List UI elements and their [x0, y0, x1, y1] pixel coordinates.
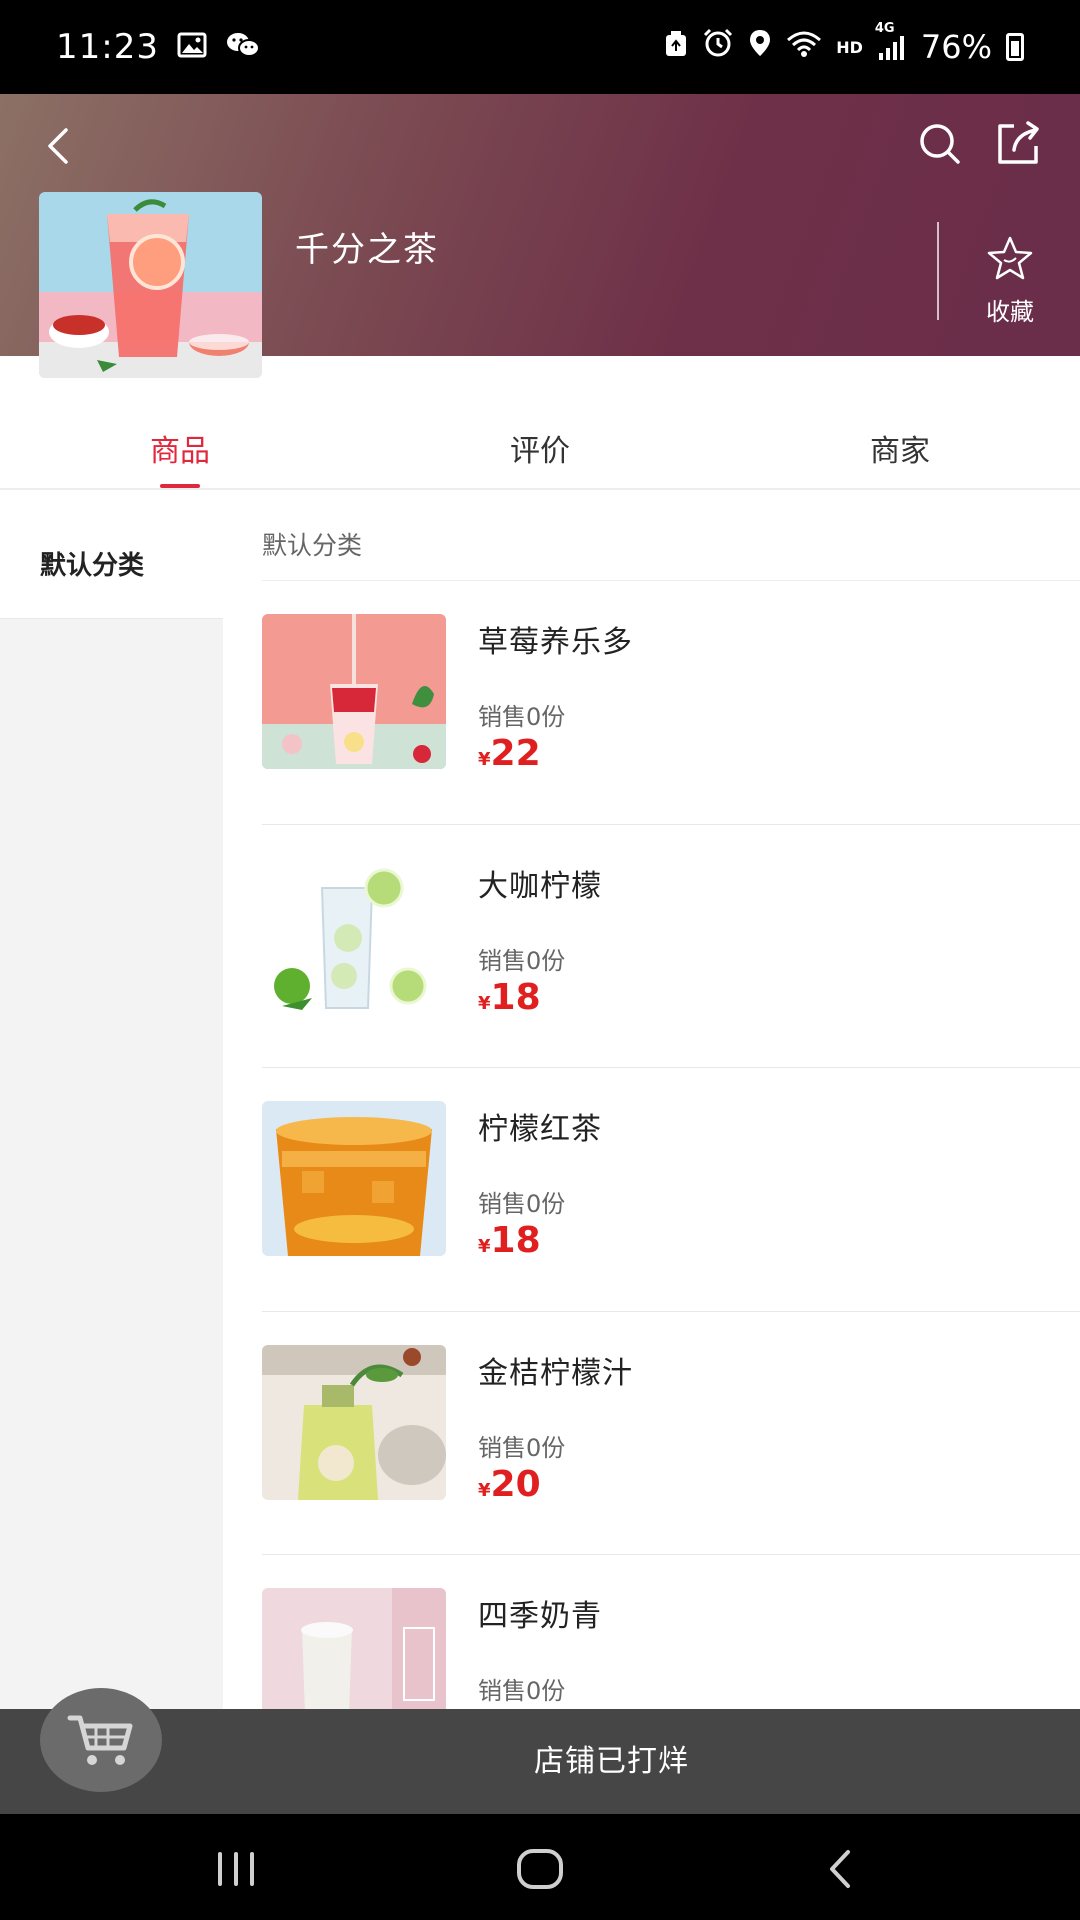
- product-name: 四季奶青: [478, 1599, 602, 1634]
- recents-icon: [218, 1852, 254, 1886]
- product-image: [262, 1344, 446, 1500]
- store-name: 千分之茶: [295, 230, 439, 270]
- section-title: 默认分类: [262, 491, 1080, 581]
- back-button[interactable]: [30, 116, 90, 176]
- search-icon: [920, 124, 960, 164]
- product-item[interactable]: 草莓养乐多 销售0份 ¥22: [262, 581, 1080, 825]
- product-item[interactable]: 大咖柠檬 销售0份 ¥18: [262, 825, 1080, 1068]
- search-button[interactable]: [912, 116, 968, 172]
- product-sales: 销售0份: [478, 1677, 566, 1705]
- store-logo: [39, 192, 262, 378]
- product-item[interactable]: 四季奶青 销售0份 ¥15: [262, 1555, 1080, 1709]
- product-image: [262, 857, 446, 1013]
- image-icon: [177, 32, 207, 62]
- system-nav-bar: [0, 1814, 1080, 1920]
- product-name: 草莓养乐多: [478, 625, 633, 660]
- product-price: ¥18: [478, 1220, 541, 1261]
- tab-reviews[interactable]: 评价: [360, 400, 720, 488]
- signal-icon: 4G: [875, 21, 907, 61]
- store-header: 千分之茶 收藏: [0, 94, 1080, 378]
- product-item[interactable]: 柠檬红茶 销售0份 ¥18: [262, 1068, 1080, 1312]
- recents-button[interactable]: [206, 1844, 266, 1894]
- product-sales: 销售0份: [478, 1433, 566, 1462]
- status-time: 11:23: [56, 27, 159, 67]
- battery-percent: 76%: [920, 28, 992, 66]
- tab-products[interactable]: 商品: [0, 400, 360, 488]
- product-price: ¥22: [478, 733, 541, 774]
- product-name: 金桔柠檬汁: [478, 1355, 633, 1391]
- alarm-icon: [702, 28, 734, 66]
- product-list: 默认分类 草莓养乐多 销售0份 ¥22 大咖柠檬 销售0份 ¥18 柠檬红茶 销…: [262, 491, 1080, 1709]
- wechat-icon: [225, 31, 261, 63]
- category-sidebar: 默认分类: [0, 491, 223, 1709]
- divider: [937, 222, 939, 320]
- favorite-label: 收藏: [986, 298, 1034, 326]
- tab-bar: 商品 评价 商家: [0, 400, 1080, 490]
- star-icon: [987, 236, 1033, 280]
- product-image: [262, 1101, 446, 1256]
- battery-icon: [1006, 33, 1024, 61]
- share-icon: [998, 121, 1039, 164]
- product-image: [262, 1588, 446, 1709]
- product-name: 柠檬红茶: [478, 1112, 602, 1147]
- location-icon: [748, 28, 772, 66]
- product-price: ¥20: [478, 1463, 541, 1505]
- nav-back-icon: [830, 1850, 850, 1888]
- product-price: ¥18: [478, 976, 541, 1018]
- nav-back-button[interactable]: [812, 1844, 872, 1894]
- sidebar-item-default[interactable]: 默认分类: [0, 491, 223, 619]
- product-sales: 销售0份: [478, 946, 566, 975]
- share-button[interactable]: [990, 114, 1048, 172]
- product-sales: 销售0份: [478, 1190, 566, 1218]
- tab-merchant[interactable]: 商家: [720, 400, 1080, 488]
- store-page: 11:23 HD 4G 76% 千分之茶 收藏 商品 评价 商家 默认分类 默认…: [0, 0, 1080, 1920]
- cart-button[interactable]: [40, 1688, 162, 1792]
- wifi-icon: [786, 28, 822, 66]
- product-image: [262, 614, 446, 769]
- home-icon: [517, 1849, 563, 1889]
- product-item[interactable]: 金桔柠檬汁 销售0份 ¥20: [262, 1312, 1080, 1555]
- home-button[interactable]: [510, 1844, 570, 1894]
- back-icon: [48, 128, 68, 164]
- cart-icon: [67, 1715, 133, 1765]
- favorite-button[interactable]: 收藏: [960, 234, 1060, 326]
- network-label: HD: [836, 37, 863, 57]
- store-closed-bar: 店铺已打烊: [0, 1709, 1080, 1814]
- product-name: 大咖柠檬: [478, 868, 602, 904]
- status-bar: 11:23 HD 4G 76%: [0, 0, 1080, 94]
- product-sales: 销售0份: [478, 703, 566, 731]
- recycle-icon: [664, 28, 688, 66]
